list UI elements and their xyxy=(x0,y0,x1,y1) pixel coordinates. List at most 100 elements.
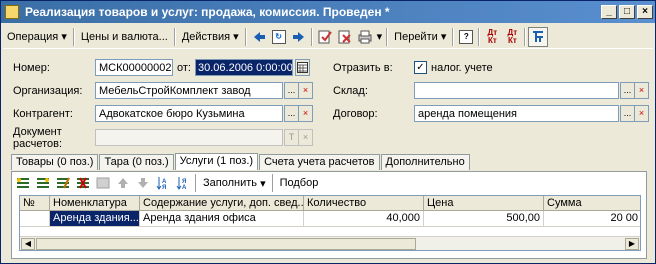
chevron-down-icon: ▾ xyxy=(440,31,447,43)
tab-strip: Товары (0 поз.) Тара (0 поз.) Услуги (1 … xyxy=(11,153,471,171)
contract-label: Договор: xyxy=(333,108,378,120)
toolbar-separator xyxy=(478,27,481,46)
contract-select-button[interactable]: ... xyxy=(620,105,635,122)
scroll-thumb[interactable] xyxy=(36,238,416,250)
move-up-icon xyxy=(113,174,133,192)
prev-document-icon[interactable] xyxy=(249,27,269,47)
fill-label: Заполнить xyxy=(203,177,258,189)
date-field[interactable]: 30.06.2006 0:00:00 xyxy=(195,59,293,76)
print-menu-arrow[interactable]: ▾ xyxy=(375,27,385,47)
chevron-down-icon: ▾ xyxy=(61,31,67,43)
document-icon xyxy=(5,5,19,19)
cell-sum[interactable]: 20 00 xyxy=(544,211,640,227)
chevron-down-icon: ▾ xyxy=(233,31,239,43)
accounting-entries-edit-icon[interactable]: Дт Кт xyxy=(502,27,522,47)
help-glyph: ? xyxy=(459,29,474,44)
close-button[interactable]: × xyxy=(637,5,653,19)
cell-content[interactable]: Аренда здания офиса xyxy=(140,211,304,227)
settlement-clear-icon: × xyxy=(298,129,313,146)
toolbar-separator xyxy=(524,27,527,46)
column-header-price[interactable]: Цена xyxy=(424,196,544,211)
maximize-button[interactable]: □ xyxy=(619,5,635,19)
operation-menu[interactable]: Операция ▾ xyxy=(3,27,71,47)
sort-descending-icon[interactable]: ЯA xyxy=(173,174,193,192)
warehouse-label: Склад: xyxy=(333,85,368,97)
warehouse-clear-icon[interactable]: × xyxy=(634,82,649,99)
organization-label: Организация: xyxy=(13,85,83,97)
column-header-content[interactable]: Содержание услуги, доп. свед... xyxy=(140,196,304,211)
operation-label: Операция xyxy=(7,30,59,43)
organization-field[interactable]: МебельСтройКомплект завод xyxy=(95,82,283,99)
svg-text:Я: Я xyxy=(162,185,166,190)
tab-additional[interactable]: Дополнительно xyxy=(380,154,470,170)
organization-select-button[interactable]: ... xyxy=(284,82,299,99)
toolbar-separator xyxy=(72,27,75,46)
end-edit-icon xyxy=(93,174,113,192)
horizontal-scrollbar[interactable]: ◀ ▶ xyxy=(20,236,640,250)
organization-clear-icon[interactable]: × xyxy=(298,82,313,99)
accounting-entries-icon[interactable]: Дт Кт xyxy=(482,27,502,47)
tab-settlement-accounts[interactable]: Счета учета расчетов xyxy=(259,154,380,170)
contract-clear-icon[interactable]: × xyxy=(634,105,649,122)
goto-label: Перейти xyxy=(394,30,438,43)
tax-accounting-label: налог. учете xyxy=(431,62,493,74)
post-document-icon[interactable] xyxy=(315,27,335,47)
toolbar-separator xyxy=(452,27,455,46)
add-row-icon[interactable] xyxy=(13,174,33,192)
column-header-quantity[interactable]: Количество xyxy=(304,196,424,211)
warehouse-field[interactable] xyxy=(414,82,619,99)
toolbar-separator xyxy=(173,27,176,46)
warehouse-select-button[interactable]: ... xyxy=(620,82,635,99)
column-header-sum[interactable]: Сумма xyxy=(544,196,640,211)
actions-menu[interactable]: Действия ▾ xyxy=(178,27,243,47)
minimize-button[interactable]: _ xyxy=(601,5,617,19)
scroll-right-icon[interactable]: ▶ xyxy=(625,238,639,250)
settlement-doc-label-line2: расчетов: xyxy=(13,138,63,150)
contractor-label: Контрагент: xyxy=(13,108,73,120)
from-label: от: xyxy=(177,62,191,74)
tab-services[interactable]: Услуги (1 поз.) xyxy=(174,153,259,170)
contract-field[interactable]: аренда помещения xyxy=(414,105,619,122)
contractor-select-button[interactable]: ... xyxy=(284,105,299,122)
toolbar-separator xyxy=(310,27,313,46)
number-field[interactable]: МСК00000002 xyxy=(95,59,173,76)
goto-menu[interactable]: Перейти ▾ xyxy=(390,27,450,47)
settlement-type-button: T xyxy=(284,129,299,146)
toolbar-separator xyxy=(195,174,197,192)
contractor-clear-icon[interactable]: × xyxy=(298,105,313,122)
help-icon[interactable]: ? xyxy=(456,27,476,47)
tab-packaging[interactable]: Тара (0 поз.) xyxy=(99,154,174,170)
tax-accounting-checkbox[interactable]: ✓ xyxy=(414,61,427,74)
main-toolbar: Операция ▾ Цены и валюта... Действия ▾ ↻… xyxy=(3,25,653,49)
cell-nomenclature[interactable]: Аренда здания... xyxy=(50,211,140,227)
svg-text:A: A xyxy=(182,185,187,190)
cell-number[interactable] xyxy=(20,211,50,227)
dt-kt-label: Дт Кт xyxy=(487,27,498,45)
window-title: Реализация товаров и услуг: продажа, ком… xyxy=(25,5,390,19)
copy-row-icon[interactable] xyxy=(33,174,53,192)
print-icon[interactable] xyxy=(355,27,375,47)
next-document-icon[interactable] xyxy=(289,27,309,47)
selection-button[interactable]: Подбор xyxy=(276,173,323,193)
edit-row-icon[interactable] xyxy=(53,174,73,192)
number-label: Номер: xyxy=(13,62,50,74)
prices-currency-button[interactable]: Цены и валюта... xyxy=(77,27,172,47)
date-value: 30.06.2006 0:00:00 xyxy=(196,60,293,75)
column-header-number[interactable]: № xyxy=(20,196,50,211)
document-window: Реализация товаров и услуг: продажа, ком… xyxy=(0,0,656,264)
fill-menu[interactable]: Заполнить ▾ xyxy=(199,173,270,193)
calendar-icon[interactable] xyxy=(295,59,310,76)
sort-ascending-icon[interactable]: AЯ xyxy=(153,174,173,192)
contractor-field[interactable]: Адвокатское бюро Кузьмина xyxy=(95,105,283,122)
settlement-doc-field xyxy=(95,129,283,146)
tab-goods[interactable]: Товары (0 поз.) xyxy=(11,154,99,170)
column-header-nomenclature[interactable]: Номенклатура xyxy=(50,196,140,211)
scroll-left-icon[interactable]: ◀ xyxy=(21,238,35,250)
unpost-document-icon[interactable] xyxy=(335,27,355,47)
services-table: № Номенклатура Содержание услуги, доп. с… xyxy=(19,195,641,251)
cell-quantity[interactable]: 40,000 xyxy=(304,211,424,227)
delete-row-icon[interactable] xyxy=(73,174,93,192)
structure-icon[interactable] xyxy=(528,26,549,47)
cell-price[interactable]: 500,00 xyxy=(424,211,544,227)
refresh-icon[interactable]: ↻ xyxy=(269,27,289,47)
